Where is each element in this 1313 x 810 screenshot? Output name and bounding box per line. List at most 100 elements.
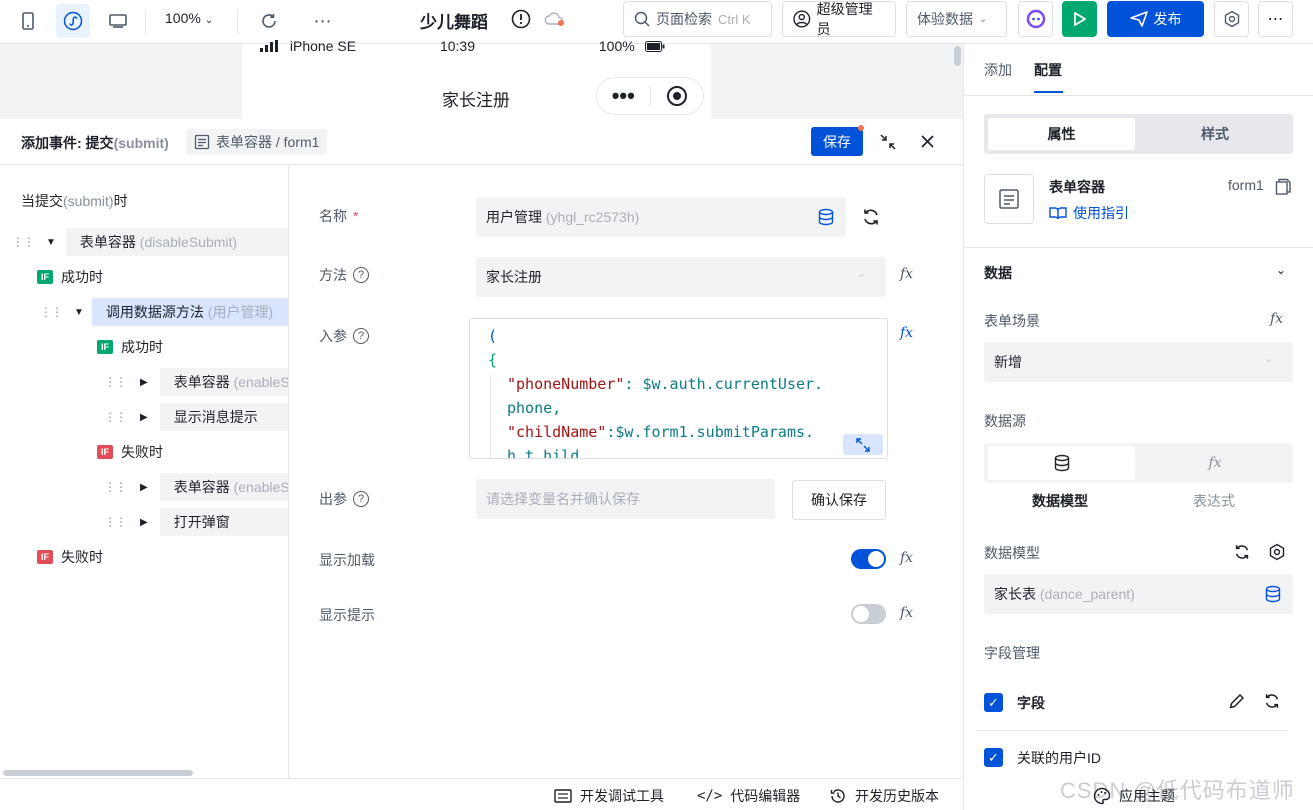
dev-tools-button[interactable]: 开发调试工具 (554, 786, 664, 806)
guide-link[interactable]: 使用指引 (1049, 203, 1129, 223)
model-select[interactable]: 家长表 (dance_parent) (984, 574, 1293, 614)
tree-branch[interactable]: IF 失败时 (37, 543, 103, 571)
toggle-knob (853, 606, 869, 622)
method-select[interactable]: 家长注册 ⌄ (476, 257, 886, 297)
seg-source-expr[interactable]: fx (1140, 446, 1290, 480)
help-icon[interactable]: ? (353, 267, 369, 283)
tab-config[interactable]: 配置 (1034, 60, 1062, 80)
seg-source-model[interactable] (988, 446, 1135, 480)
fx-icon[interactable]: fx (900, 325, 913, 341)
tree-branch[interactable]: IF 成功时 (97, 333, 163, 361)
refresh-icon[interactable] (1233, 543, 1251, 564)
drag-handle-icon[interactable]: ⋮⋮ (104, 375, 127, 389)
refresh-icon[interactable] (252, 4, 286, 38)
page-search-button[interactable]: 页面检索 Ctrl K (623, 1, 772, 37)
gear-icon[interactable] (1268, 543, 1286, 564)
help-icon[interactable]: ? (353, 328, 369, 344)
chevron-down-icon: ⌄ (856, 268, 866, 280)
history-button[interactable]: 开发历史版本 (829, 786, 939, 806)
tree-branch[interactable]: IF 成功时 (37, 263, 103, 291)
drag-handle-icon[interactable]: ⋮⋮ (104, 515, 127, 529)
code-editor-button[interactable]: </> 代码编辑器 (697, 786, 800, 806)
more-menu-button[interactable]: ⋯ (1258, 1, 1293, 37)
scene-select[interactable]: 新增 ⌄ (984, 342, 1293, 382)
chevron-down-icon[interactable]: ⌄ (1276, 263, 1286, 277)
branch-label: 成功时 (61, 269, 103, 285)
show-tip-toggle[interactable] (851, 604, 886, 624)
tree-node-box[interactable]: 表单容器 (disableSubmit) (65, 228, 288, 256)
close-icon[interactable] (921, 135, 934, 151)
run-preview-button[interactable] (1062, 1, 1097, 37)
tree-node-box[interactable]: 显示消息提示 (159, 403, 288, 431)
more-icon[interactable]: ⋯ (306, 4, 340, 38)
caret-right-icon[interactable]: ▶ (140, 482, 148, 493)
tree-horizontal-scrollbar[interactable] (3, 770, 193, 776)
tree-root: 当提交 (submit) 时 (21, 187, 128, 215)
unsaved-dot (858, 125, 864, 131)
refresh-icon[interactable] (861, 207, 881, 230)
miniprogram-preview-icon[interactable] (56, 4, 90, 38)
database-icon (1265, 585, 1281, 606)
app-theme-button[interactable]: 应用主题 (1093, 786, 1175, 806)
copy-icon[interactable] (1275, 178, 1291, 198)
settings-button[interactable] (1214, 1, 1249, 37)
tree-node[interactable]: ⋮⋮ ▶ 打开弹窗 (104, 508, 288, 536)
mobile-preview-icon[interactable] (11, 4, 45, 38)
tree-branch[interactable]: IF 失败时 (97, 438, 163, 466)
tab-add[interactable]: 添加 (984, 60, 1012, 80)
info-icon[interactable] (511, 9, 531, 32)
fx-icon[interactable]: fx (900, 550, 913, 566)
seg-style[interactable]: 样式 (1140, 118, 1290, 150)
ai-assistant-button[interactable] (1018, 1, 1053, 37)
field-checkbox[interactable]: ✓ (984, 693, 1003, 712)
tree-node[interactable]: ⋮⋮ ▼ 调用数据源方法 (用户管理) (40, 298, 288, 326)
show-loading-toggle[interactable] (851, 549, 886, 569)
edit-icon[interactable] (1228, 692, 1246, 713)
refresh-icon[interactable] (1263, 692, 1281, 713)
caret-down-icon[interactable]: ▼ (74, 307, 84, 318)
confirm-save-button[interactable]: 确认保存 (792, 480, 886, 520)
zoom-select[interactable]: 100% ⌄ (165, 10, 213, 26)
caret-down-icon[interactable]: ▼ (46, 237, 56, 248)
params-code-editor[interactable]: ( { "phoneNumber": $w.auth.currentUser. … (469, 318, 888, 459)
app-theme-label: 应用主题 (1119, 788, 1175, 804)
tree-node[interactable]: ⋮⋮ ▶ 显示消息提示 (104, 403, 288, 431)
expand-editor-icon[interactable] (843, 434, 883, 455)
collapse-icon[interactable] (879, 133, 897, 154)
tree-node[interactable]: ⋮⋮ ▶ 表单容器 (enableSul (104, 368, 288, 396)
tree-node-box[interactable]: 打开弹窗 (159, 508, 288, 536)
caret-right-icon[interactable]: ▶ (140, 412, 148, 423)
tab-underline (1034, 91, 1063, 93)
datasource-name-field[interactable]: 用户管理 (yhgl_rc2573h) (476, 197, 846, 237)
tree-node[interactable]: ⋮⋮ ▼ 表单容器 (disableSubmit) (12, 228, 288, 256)
help-icon[interactable]: ? (353, 491, 369, 507)
component-breadcrumb[interactable]: 表单容器 / form1 (186, 129, 328, 155)
fx-icon[interactable]: fx (900, 605, 913, 621)
drag-handle-icon[interactable]: ⋮⋮ (104, 480, 127, 494)
capsule-more-icon[interactable]: ••• (597, 85, 650, 107)
capsule-close-icon[interactable] (650, 85, 703, 107)
related-user-checkbox[interactable]: ✓ (984, 748, 1003, 767)
event-save-button[interactable]: 保存 (811, 127, 863, 156)
tree-node-box[interactable]: 表单容器 (enableSul (159, 473, 288, 501)
tree-node-box[interactable]: 表单容器 (enableSul (159, 368, 288, 396)
output-variable-input[interactable]: 请选择变量名并确认保存 (476, 479, 775, 519)
canvas-scrollbar[interactable] (954, 46, 961, 66)
desktop-preview-icon[interactable] (101, 4, 135, 38)
seg-props[interactable]: 属性 (988, 118, 1135, 150)
caret-right-icon[interactable]: ▶ (140, 517, 148, 528)
publish-button[interactable]: 发布 (1107, 1, 1204, 37)
drag-handle-icon[interactable]: ⋮⋮ (40, 305, 63, 319)
drag-handle-icon[interactable]: ⋮⋮ (12, 235, 35, 249)
user-role-button[interactable]: 超级管理员 (782, 1, 896, 37)
branch-label: 失败时 (121, 444, 163, 460)
tree-node-box-selected[interactable]: 调用数据源方法 (用户管理) (91, 298, 288, 326)
method-label-text: 方法 (319, 267, 347, 283)
env-select[interactable]: 体验数据 ⌄ (906, 1, 1007, 37)
drag-handle-icon[interactable]: ⋮⋮ (104, 410, 127, 424)
fx-icon[interactable]: fx (900, 266, 913, 282)
miniprogram-capsule[interactable]: ••• (596, 77, 704, 115)
fx-icon[interactable]: fx (1270, 311, 1283, 327)
caret-right-icon[interactable]: ▶ (140, 377, 148, 388)
tree-node[interactable]: ⋮⋮ ▶ 表单容器 (enableSul (104, 473, 288, 501)
